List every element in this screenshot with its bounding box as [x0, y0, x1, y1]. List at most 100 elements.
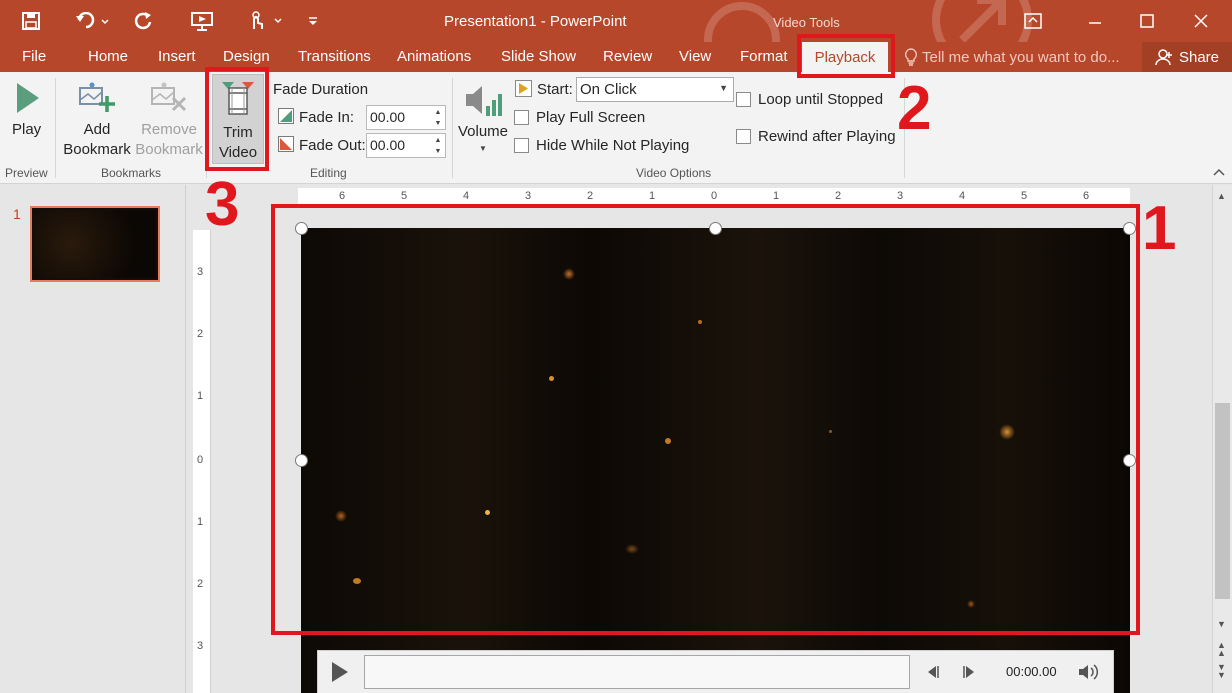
undo-icon[interactable]: [72, 8, 112, 34]
tab-slide-show[interactable]: Slide Show: [501, 48, 576, 65]
tab-file[interactable]: File: [22, 48, 46, 65]
volume-icon[interactable]: [1078, 662, 1100, 687]
remove-bookmark-label-2: Bookmark: [135, 141, 203, 158]
annotation-box-trim-video: [205, 67, 269, 171]
fade-in-value: 00.00: [370, 109, 406, 125]
tab-animations[interactable]: Animations: [397, 48, 471, 65]
bookmarks-group-label: Bookmarks: [101, 166, 162, 180]
close-icon[interactable]: [1186, 8, 1216, 34]
collapse-ribbon-icon[interactable]: [1212, 164, 1228, 178]
ruler-label: 1: [649, 190, 656, 202]
hide-while-not-playing-checkbox[interactable]: [514, 138, 529, 153]
ribbon-display-icon[interactable]: [1018, 8, 1048, 34]
vertical-scrollbar[interactable]: ▲ ▼ ▲ ▲ ▼ ▼: [1212, 185, 1232, 693]
ruler-label: 1: [773, 190, 780, 202]
spinner-arrows-icon[interactable]: ▲ ▼: [433, 107, 443, 129]
minimize-icon[interactable]: [1080, 8, 1110, 34]
play-icon: [17, 83, 39, 113]
fade-in-icon: [278, 108, 294, 124]
spinner-arrows-icon[interactable]: ▲ ▼: [433, 135, 443, 157]
time-display: 00:00.00: [1006, 664, 1057, 679]
play-full-screen-label: Play Full Screen: [536, 109, 646, 126]
remove-bookmark-icon: [151, 82, 187, 112]
scroll-up-icon[interactable]: ▲: [1217, 191, 1226, 201]
tab-design[interactable]: Design: [223, 48, 270, 65]
play-button[interactable]: Play: [6, 78, 48, 144]
tab-review[interactable]: Review: [603, 48, 652, 65]
tab-transitions[interactable]: Transitions: [298, 48, 371, 65]
play-label: Play: [12, 121, 42, 138]
loop-until-stopped-checkbox[interactable]: [736, 92, 751, 107]
volume-label: Volume: [457, 123, 509, 140]
start-dropdown[interactable]: On Click ▼: [576, 77, 734, 102]
ruler-label: 2: [835, 190, 842, 202]
ruler-label: 6: [1083, 190, 1090, 202]
play-full-screen-checkbox[interactable]: [514, 110, 529, 125]
tab-home[interactable]: Home: [88, 48, 128, 65]
ruler-label: 4: [959, 190, 966, 202]
remove-bookmark-label-1: Remove: [141, 121, 197, 138]
chevron-down-icon: ▼: [479, 144, 487, 153]
seek-back-icon[interactable]: [924, 664, 940, 685]
ruler-label: 5: [1021, 190, 1028, 202]
ruler-label: 3: [897, 190, 904, 202]
add-bookmark-label-1: Add: [83, 121, 111, 138]
scrollbar-thumb[interactable]: [1215, 403, 1230, 599]
ruler-label: 1: [197, 390, 204, 402]
volume-icon: [466, 86, 502, 116]
play-pause-button[interactable]: [330, 661, 352, 683]
previous-slide-icon[interactable]: ▲ ▲: [1217, 641, 1226, 658]
seek-forward-icon[interactable]: [962, 664, 978, 685]
loop-until-stopped-label: Loop until Stopped: [758, 91, 884, 108]
next-slide-icon[interactable]: ▼ ▼: [1217, 663, 1226, 680]
person-icon: [1155, 49, 1172, 66]
fade-in-label: Fade In:: [299, 109, 355, 126]
hide-while-not-playing-label: Hide While Not Playing: [536, 137, 690, 154]
start-value: On Click: [580, 81, 637, 98]
chevron-down-icon: ▼: [719, 83, 728, 93]
add-bookmark-label-2: Bookmark: [63, 141, 131, 158]
slide-thumbnail[interactable]: [30, 206, 160, 282]
remove-bookmark-button: Remove Bookmark: [134, 78, 204, 164]
rewind-after-playing-checkbox[interactable]: [736, 129, 751, 144]
maximize-icon[interactable]: [1132, 8, 1162, 34]
fade-out-value: 00.00: [370, 137, 406, 153]
customize-icon[interactable]: [304, 8, 322, 34]
fade-out-icon: [278, 136, 294, 152]
ruler-label: 2: [197, 328, 204, 340]
fade-out-label: Fade Out:: [299, 137, 366, 154]
annotation-number-2: 2: [897, 74, 932, 143]
tab-insert[interactable]: Insert: [158, 48, 196, 65]
scroll-down-icon[interactable]: ▼: [1217, 619, 1226, 629]
redo-icon[interactable]: [130, 8, 156, 34]
progress-bar[interactable]: [364, 655, 910, 689]
touch-mode-icon[interactable]: [244, 8, 284, 34]
playback-ribbon: Play Preview Add Bookmark Remove Bookmar…: [0, 72, 1232, 184]
share-label: Share: [1178, 48, 1220, 66]
add-bookmark-button[interactable]: Add Bookmark: [62, 78, 132, 164]
video-player-controls: 00:00.00: [317, 650, 1114, 693]
video-tools-label: Video Tools: [773, 15, 840, 30]
fade-out-field[interactable]: 00.00 ▲ ▼: [366, 133, 446, 158]
annotation-number-3: 3: [205, 170, 240, 239]
tab-format[interactable]: Format: [740, 48, 788, 65]
tell-me-search[interactable]: Tell me what you want to do...: [904, 48, 1120, 66]
lightbulb-icon: [904, 48, 918, 66]
annotation-box-video: [271, 204, 1140, 635]
ruler-label: 0: [197, 454, 204, 466]
start-label: Start:: [537, 81, 573, 98]
tell-me-text: Tell me what you want to do...: [922, 48, 1120, 66]
share-button[interactable]: Share: [1142, 42, 1232, 72]
volume-button[interactable]: Volume ▼: [456, 78, 510, 162]
ruler-label: 6: [339, 190, 346, 202]
start-icon: [515, 80, 532, 97]
tab-view[interactable]: View: [679, 48, 711, 65]
start-from-beginning-icon[interactable]: [188, 8, 216, 34]
play-icon: [332, 662, 348, 682]
document-title: Presentation1 - PowerPoint: [444, 13, 627, 30]
fade-in-field[interactable]: 00.00 ▲ ▼: [366, 105, 446, 130]
annotation-box-playback: [797, 34, 895, 78]
title-bar: Presentation1 - PowerPoint Video Tools: [0, 0, 1232, 42]
save-icon[interactable]: [18, 8, 44, 34]
ruler-label: 0: [711, 190, 718, 202]
